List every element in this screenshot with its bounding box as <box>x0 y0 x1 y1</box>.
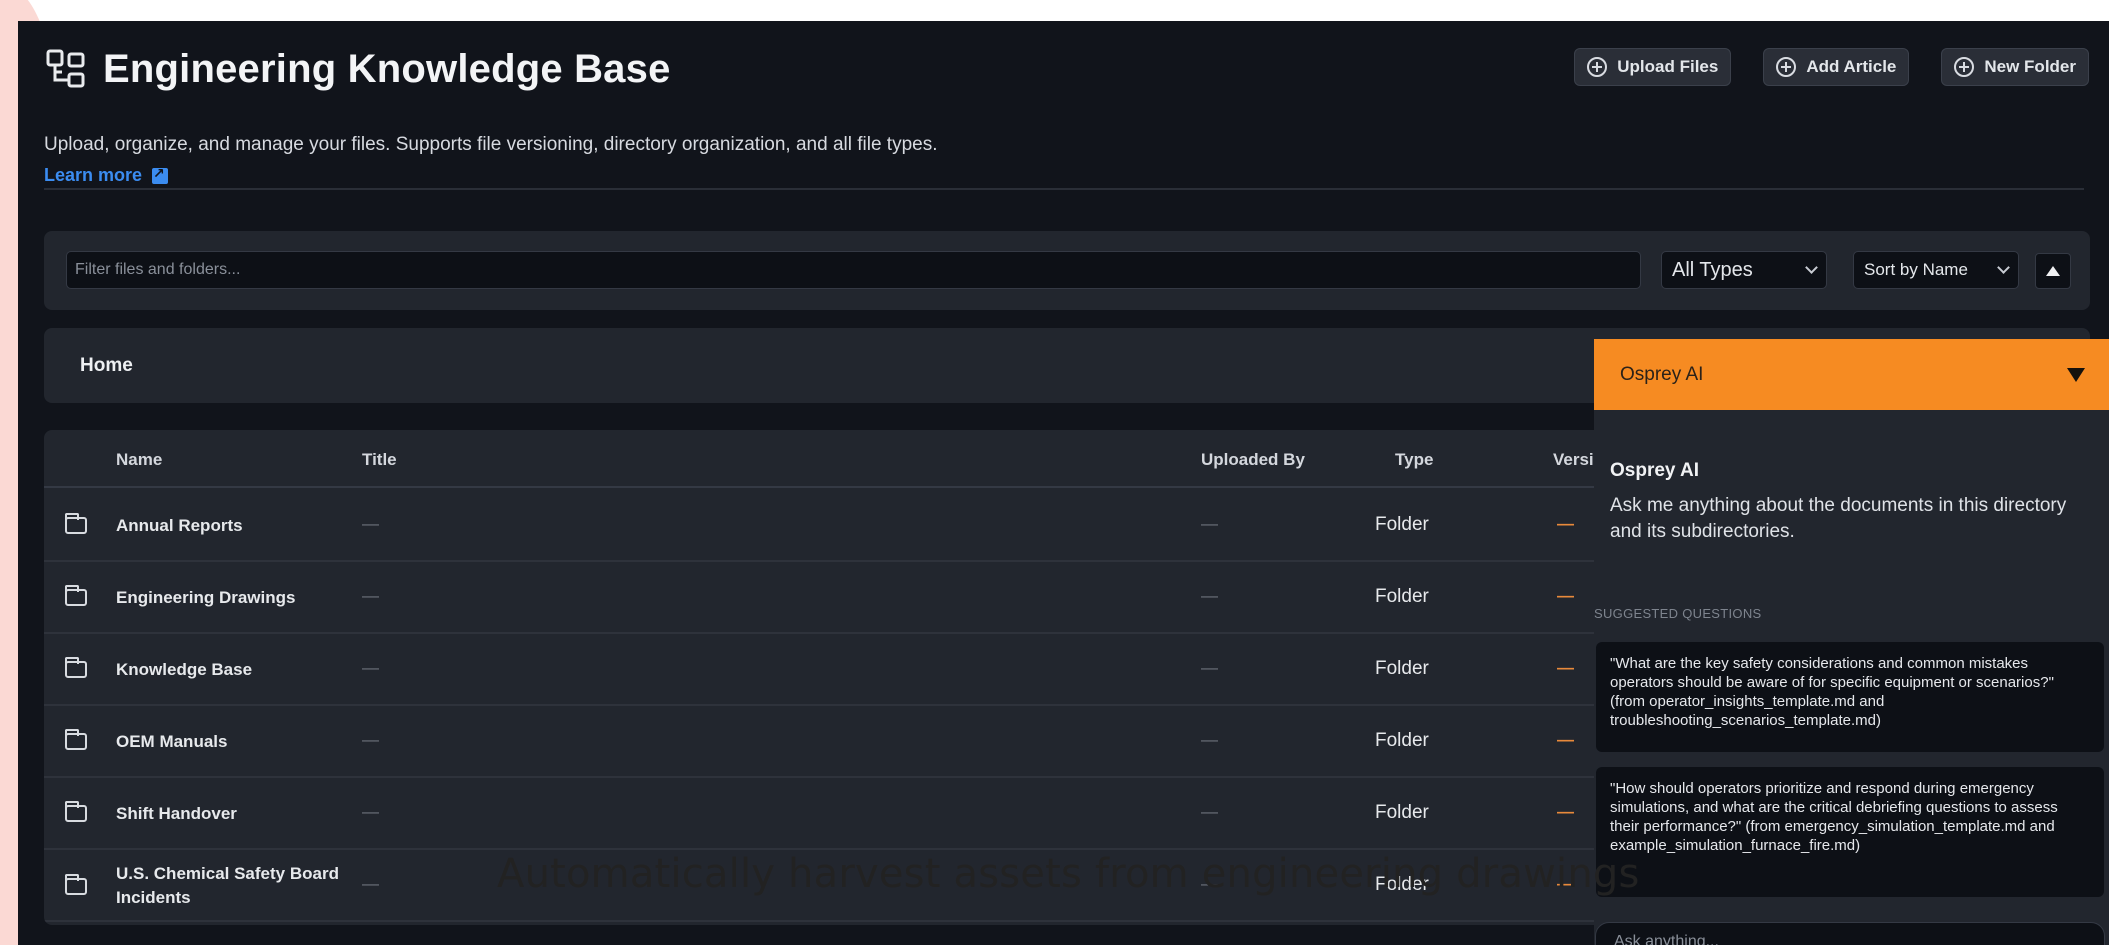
row-type: Folder <box>1375 730 1429 751</box>
row-title: — <box>362 586 379 605</box>
collapse-caret-icon[interactable] <box>2067 367 2085 382</box>
folder-icon <box>65 513 87 534</box>
external-link-icon <box>152 165 169 184</box>
row-name: Knowledge Base <box>116 660 253 679</box>
row-name: U.S. Chemical Safety Board Incidents <box>116 864 339 907</box>
column-header-title[interactable]: Title <box>362 450 397 470</box>
overlay-caption: Automatically harvest assets from engine… <box>497 851 1640 897</box>
filter-bar: All Types Sort by Name <box>44 231 2090 310</box>
new-folder-button[interactable]: New Folder <box>1941 48 2089 86</box>
row-version: — <box>1557 658 1574 677</box>
plus-circle-icon <box>1776 57 1797 77</box>
chat-intro-title: Osprey AI <box>1610 460 1700 481</box>
learn-more-link[interactable]: Learn more <box>44 165 169 186</box>
row-version: — <box>1557 586 1574 605</box>
row-name: Shift Handover <box>116 804 237 823</box>
add-article-button[interactable]: Add Article <box>1763 48 1910 86</box>
add-article-label: Add Article <box>1806 57 1897 76</box>
type-filter-select[interactable]: All Types <box>1661 251 1827 289</box>
chat-header[interactable]: Osprey AI <box>1594 339 2109 410</box>
header-divider <box>44 188 2084 190</box>
breadcrumb-home[interactable]: Home <box>80 355 133 377</box>
suggested-questions-label: SUGGESTED QUESTIONS <box>1594 606 1762 621</box>
app-window: Engineering Knowledge Base Upload, organ… <box>18 21 2109 945</box>
plus-circle-icon <box>1587 57 1608 77</box>
filter-input[interactable] <box>66 251 1641 289</box>
upload-files-label: Upload Files <box>1617 57 1719 76</box>
row-version: — <box>1557 514 1574 533</box>
sort-select[interactable]: Sort by Name <box>1853 251 2019 289</box>
row-name: Engineering Drawings <box>116 588 296 607</box>
knowledge-base-icon <box>46 49 85 87</box>
page-header: Engineering Knowledge Base <box>45 47 671 92</box>
row-name: OEM Manuals <box>116 732 228 751</box>
chat-input[interactable] <box>1595 922 2105 945</box>
row-title: — <box>362 802 379 821</box>
learn-more-label: Learn more <box>44 165 143 185</box>
column-header-name[interactable]: Name <box>116 450 162 470</box>
row-type: Folder <box>1375 802 1429 823</box>
row-uploaded-by: — <box>1201 658 1218 677</box>
osprey-ai-chat-panel: Osprey AI Osprey AI Ask me anything abou… <box>1594 339 2109 945</box>
column-header-uploaded-by[interactable]: Uploaded By <box>1201 450 1305 470</box>
folder-icon <box>65 729 87 750</box>
row-uploaded-by: — <box>1201 802 1218 821</box>
chat-intro-text: Ask me anything about the documents in t… <box>1610 495 2067 542</box>
row-title: — <box>362 658 379 677</box>
row-type: Folder <box>1375 586 1429 607</box>
new-folder-label: New Folder <box>1984 57 2076 76</box>
chevron-down-icon <box>1805 261 1818 274</box>
page-title: Engineering Knowledge Base <box>103 47 671 91</box>
row-uploaded-by: — <box>1201 586 1218 605</box>
row-title: — <box>362 874 379 893</box>
suggested-question[interactable]: "How should operators prioritize and res… <box>1596 767 2104 897</box>
sort-direction-button[interactable] <box>2035 253 2071 289</box>
row-title: — <box>362 514 379 533</box>
chevron-down-icon <box>1997 261 2010 274</box>
folder-icon <box>65 874 87 895</box>
header-actions: Upload Files Add Article New Folder <box>1574 48 2089 86</box>
upload-files-button[interactable]: Upload Files <box>1574 48 1732 86</box>
plus-circle-icon <box>1954 57 1975 77</box>
folder-icon <box>65 801 87 822</box>
row-type: Folder <box>1375 514 1429 535</box>
sort-select-value: Sort by Name <box>1864 260 1968 279</box>
row-uploaded-by: — <box>1201 514 1218 533</box>
row-type: Folder <box>1375 658 1429 679</box>
folder-icon <box>65 657 87 678</box>
row-name: Annual Reports <box>116 516 243 535</box>
page-subtitle: Upload, organize, and manage your files.… <box>44 134 938 155</box>
row-version: — <box>1557 802 1574 821</box>
suggested-question[interactable]: "What are the key safety considerations … <box>1596 642 2104 752</box>
row-uploaded-by: — <box>1201 730 1218 749</box>
type-filter-value: All Types <box>1672 258 1753 281</box>
column-header-type[interactable]: Type <box>1395 450 1433 470</box>
chat-header-title: Osprey AI <box>1620 363 1704 385</box>
row-version: — <box>1557 730 1574 749</box>
row-title: — <box>362 730 379 749</box>
folder-icon <box>65 585 87 606</box>
